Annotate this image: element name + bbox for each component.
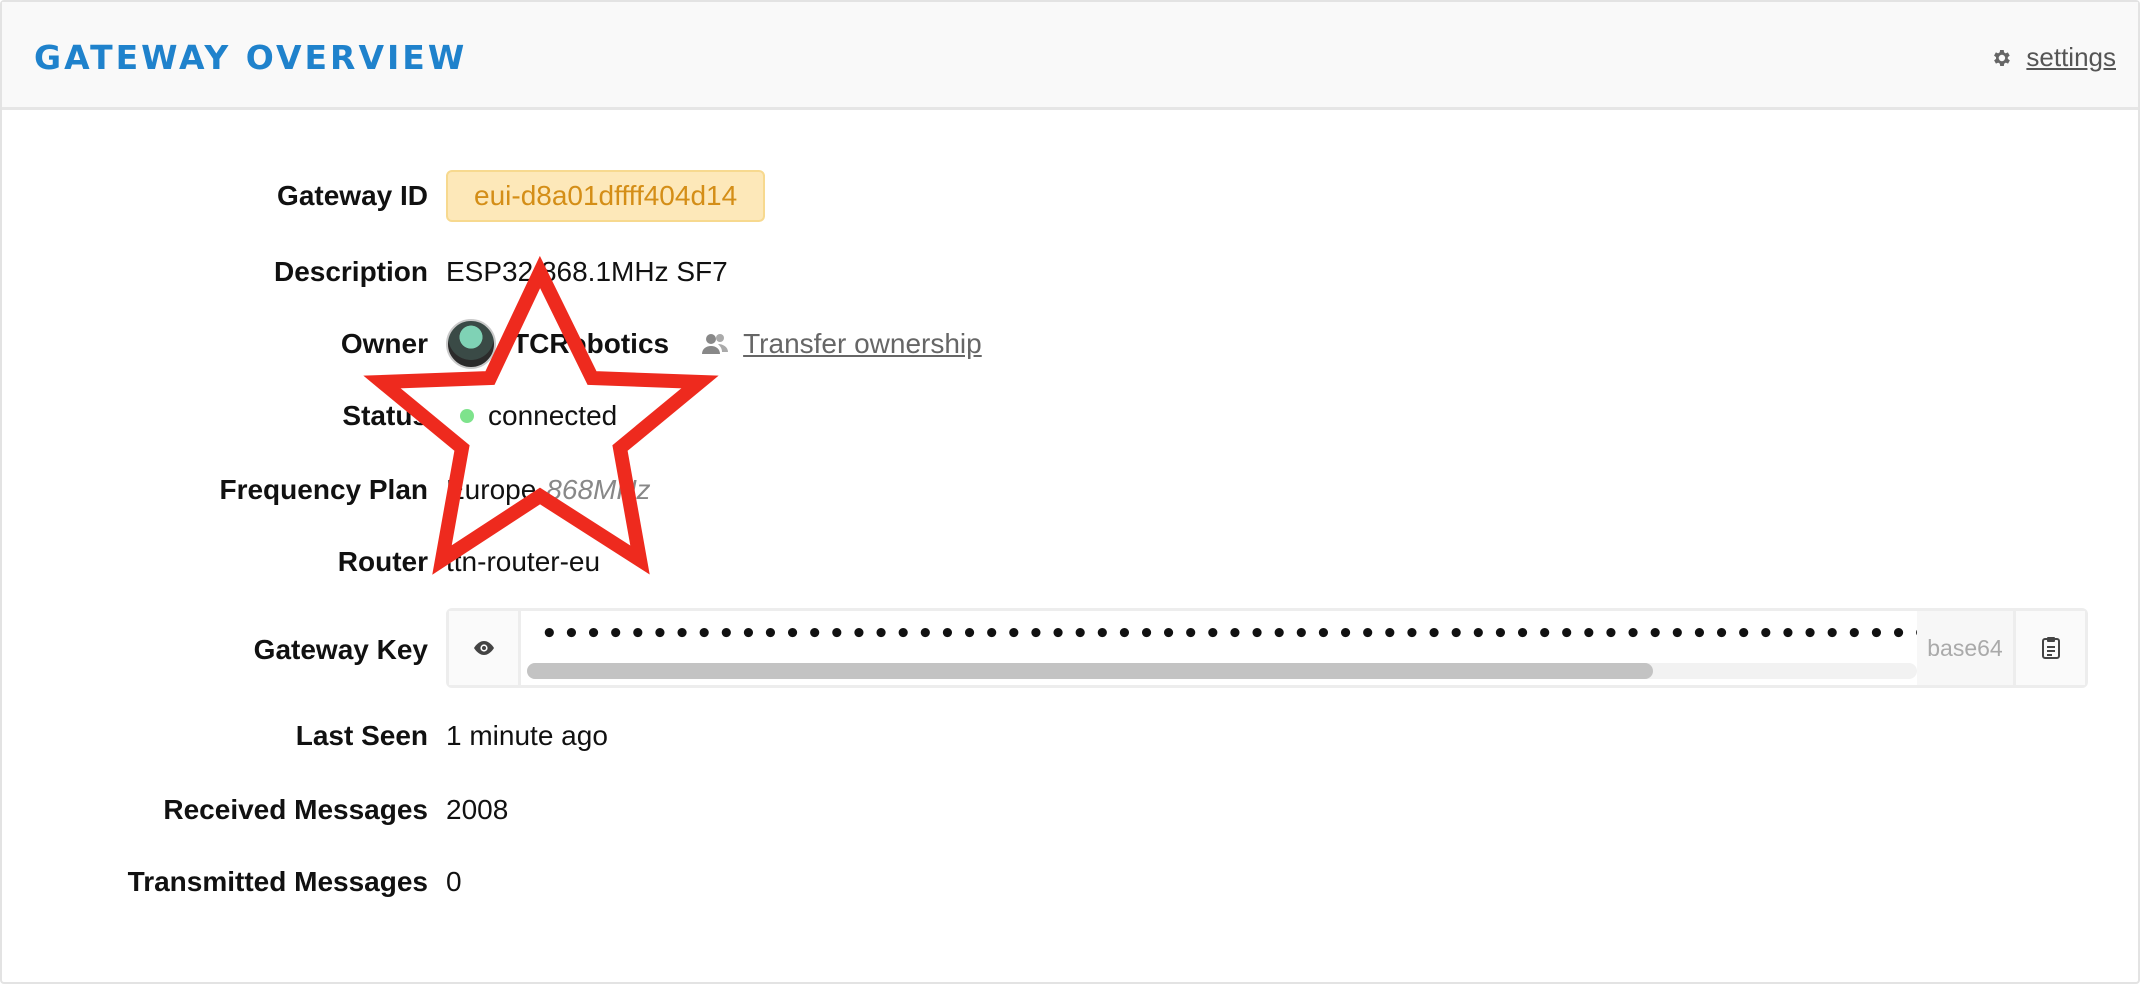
row-received-messages: Received Messages 2008 (2, 786, 2138, 834)
gateway-id-badge[interactable]: eui-d8a01dffff404d14 (446, 170, 766, 222)
frequency-plan-value: Europe 868MHz (446, 474, 651, 506)
gear-icon (1994, 49, 2011, 66)
row-description: Description ESP32 868.1MHz SF7 (2, 248, 2138, 296)
status-label: Status (342, 400, 428, 431)
row-gateway-id: Gateway ID eui-d8a01dffff404d14 (2, 170, 2138, 222)
router-label: Router (337, 546, 428, 577)
received-messages-label: Received Messages (163, 794, 428, 825)
users-icon (702, 334, 729, 354)
clipboard-icon (2041, 637, 2060, 659)
horizontal-scrollbar[interactable] (527, 663, 1917, 679)
owner-value: TCRobotics Transfer ownership (446, 319, 982, 369)
gateway-overview-panel: GATEWAY OVERVIEW settings Gateway ID eui… (0, 0, 2140, 984)
status-dot-icon (460, 409, 474, 423)
row-owner: Owner TCRobotics Transfer ownership (2, 319, 2138, 369)
gateway-key-masked: ••••••••••••••••••••••••••••••••••••••••… (541, 619, 2013, 649)
status-text: connected (488, 400, 618, 431)
gateway-key-label: Gateway Key (253, 634, 428, 665)
row-last-seen: Last Seen 1 minute ago (2, 712, 2138, 760)
frequency-plan-label: Frequency Plan (219, 474, 428, 505)
reveal-key-button[interactable] (449, 611, 521, 685)
transfer-ownership-label[interactable]: Transfer ownership (743, 328, 982, 360)
gateway-id-label: Gateway ID (277, 180, 428, 211)
row-status: Status connected (2, 392, 2138, 440)
transmitted-messages-label: Transmitted Messages (127, 866, 428, 897)
frequency-plan-band: 868MHz (546, 474, 651, 505)
row-frequency-plan: Frequency Plan Europe 868MHz (2, 466, 2138, 514)
panel-header: GATEWAY OVERVIEW settings (2, 2, 2138, 110)
description-value: ESP32 868.1MHz SF7 (446, 256, 728, 287)
received-messages-value: 2008 (446, 794, 509, 825)
description-label: Description (273, 256, 428, 287)
settings-label[interactable]: settings (2026, 42, 2116, 73)
frequency-plan-region: Europe (446, 474, 537, 505)
owner-label: Owner (340, 328, 428, 359)
transmitted-messages-value: 0 (446, 866, 462, 897)
router-value: ttn-router-eu (446, 546, 601, 577)
transfer-ownership-link[interactable]: Transfer ownership (701, 328, 982, 360)
row-transmitted-messages: Transmitted Messages 0 (2, 858, 2138, 906)
gateway-key-input[interactable]: ••••••••••••••••••••••••••••••••••••••••… (521, 611, 2013, 685)
row-router: Router ttn-router-eu (2, 538, 2138, 586)
status-value: connected (446, 400, 617, 432)
last-seen-label: Last Seen (295, 720, 428, 751)
scrollbar-thumb[interactable] (527, 663, 1653, 679)
eye-icon (473, 641, 494, 655)
gateway-key-field: ••••••••••••••••••••••••••••••••••••••••… (446, 608, 2088, 688)
owner-name[interactable]: TCRobotics (512, 328, 669, 360)
settings-link[interactable]: settings (1990, 42, 2116, 73)
gateway-id-value-wrap: eui-d8a01dffff404d14 (446, 170, 766, 222)
key-format-label: base64 (1917, 611, 2013, 685)
last-seen-value: 1 minute ago (446, 720, 608, 751)
page-title: GATEWAY OVERVIEW (34, 38, 468, 77)
copy-key-button[interactable] (2013, 611, 2085, 685)
avatar[interactable] (446, 319, 496, 369)
